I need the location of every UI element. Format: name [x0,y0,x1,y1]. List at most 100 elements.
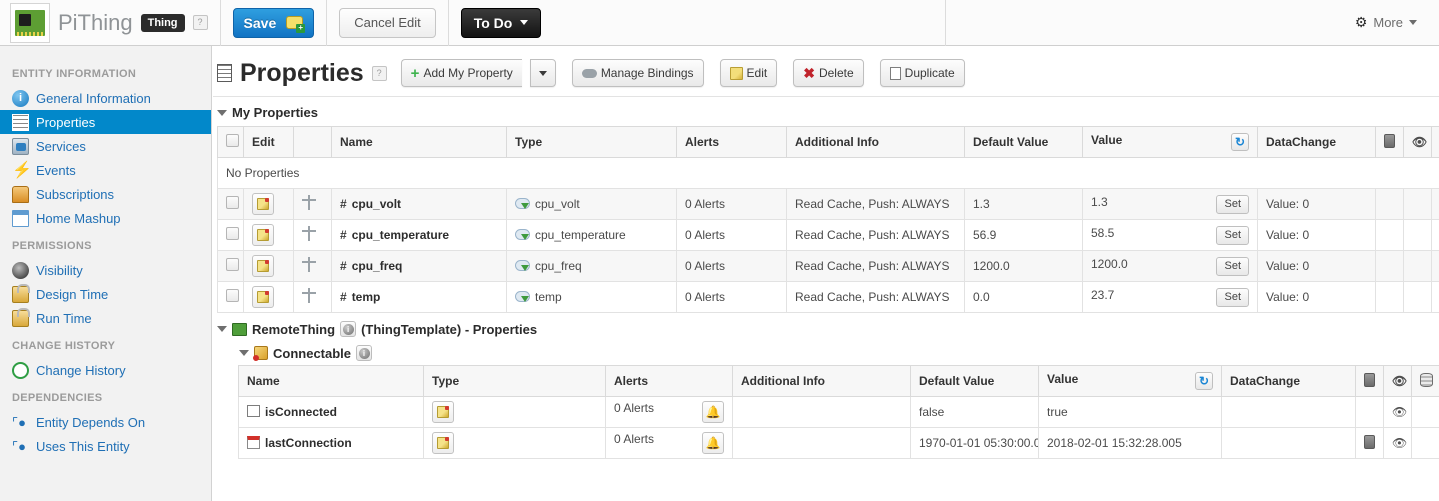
comment-bubble-icon [286,16,306,33]
sidebar-item-label: Design Time [36,286,109,302]
row-select-cell[interactable] [217,188,244,220]
collapse-triangle-icon[interactable] [217,109,227,116]
alert-bell-button[interactable]: 🔔 [702,432,724,454]
binding-icon[interactable] [302,288,316,303]
row-edit-cell[interactable] [243,188,294,220]
row-type-cell: temp [506,281,677,313]
set-value-button[interactable]: Set [1216,225,1249,245]
entity-help-button[interactable]: ? [192,15,208,30]
row-additional-info-cell: Read Cache, Push: ALWAYS [786,219,965,251]
row-type-cell[interactable] [423,427,606,459]
row-binding-cell[interactable] [293,188,332,220]
row-persisted-cell [1375,219,1404,251]
binding-icon[interactable] [302,226,316,241]
connectable-shape-header[interactable]: Connectable i [213,343,1439,365]
save-button[interactable]: Save [232,7,315,38]
select-all-header[interactable] [217,126,244,158]
duplicate-button[interactable]: Duplicate [879,59,965,87]
edit-row-button[interactable] [252,224,274,246]
table-row[interactable]: # cpu_temperature cpu_temperature 0 Alert… [217,219,1439,251]
row-select-cell[interactable] [217,250,244,282]
refresh-icon[interactable]: ↻ [1195,372,1213,390]
row-binding-cell[interactable] [293,250,332,282]
row-select-cell[interactable] [217,281,244,313]
row-logged-cell [1403,219,1432,251]
remote-thing-info-button[interactable]: i [340,321,357,337]
no-properties-label: No Properties [217,157,1439,189]
row-edit-cell[interactable] [243,219,294,251]
alerts-label: 0 Alerts [614,432,655,446]
binding-icon[interactable] [302,195,316,210]
table-row[interactable]: # cpu_freq cpu_freq 0 Alerts Read Cache, … [217,250,1439,282]
sidebar-item-change-history[interactable]: Change History [0,358,211,382]
edit-row-button[interactable] [252,286,274,308]
sidebar-item-events[interactable]: ⚡ Events [0,158,211,182]
row-additional-info-cell: Read Cache, Push: ALWAYS [786,188,965,220]
row-edit-cell[interactable] [243,250,294,282]
property-type: cpu_freq [535,259,582,273]
table-row[interactable]: # temp temp 0 Alerts Read Cache, Push: AL… [217,281,1439,313]
sidebar-item-home-mashup[interactable]: Home Mashup [0,206,211,230]
edit-row-button[interactable] [252,255,274,277]
page-help-button[interactable]: ? [371,65,387,81]
more-menu-button[interactable]: ⚙ More [1337,0,1439,46]
edit-button[interactable]: Edit [719,59,778,87]
select-all-checkbox[interactable] [226,134,239,147]
sidebar-item-visibility[interactable]: Visibility [0,258,211,282]
sidebar-item-design-time[interactable]: Design Time [0,282,211,306]
table-row[interactable]: # cpu_volt cpu_volt 0 Alerts Read Cache, … [217,188,1439,220]
sidebar-item-label: General Information [36,90,151,106]
manage-bindings-button[interactable]: Manage Bindings [571,59,704,87]
row-checkbox[interactable] [226,227,239,240]
binding-icon[interactable] [302,257,316,272]
row-checkbox[interactable] [226,258,239,271]
sidebar-item-services[interactable]: Services [0,134,211,158]
my-properties-section-header[interactable]: My Properties [213,97,1439,126]
row-select-cell[interactable] [217,219,244,251]
row-datastore-cell [1431,250,1439,282]
row-type-cell[interactable] [423,396,606,428]
row-default-value-cell: 1.3 [964,188,1083,220]
server-icon [1364,434,1375,449]
collapse-triangle-icon[interactable] [217,326,227,332]
to-do-button[interactable]: To Do [460,7,542,38]
row-datachange-cell: Value: 0 [1257,281,1376,313]
delete-button[interactable]: ✖ Delete [793,59,864,87]
row-checkbox[interactable] [226,196,239,209]
chevron-down-icon [520,20,529,25]
property-type: cpu_volt [535,197,580,211]
table-row[interactable]: isConnected 0 Alerts 🔔 false true 👁 [238,396,1439,428]
table-row[interactable]: lastConnection 0 Alerts 🔔 1970-01-01 05:3… [238,427,1439,459]
row-default-value-cell: 1200.0 [964,250,1083,282]
set-value-button[interactable]: Set [1216,287,1249,307]
row-name-cell: # cpu_freq [331,250,507,282]
remote-thing-section-header[interactable]: RemoteThing i (ThingTemplate) - Properti… [213,313,1439,343]
row-checkbox[interactable] [226,289,239,302]
top-bar: PiThing Thing ? Save Cancel Edit To Do ⚙… [0,0,1439,46]
add-my-property-button[interactable]: + Add My Property [400,59,522,87]
row-edit-cell[interactable] [243,281,294,313]
sidebar-item-properties[interactable]: Properties [0,110,211,134]
set-value-button[interactable]: Set [1216,194,1249,214]
edit-row-button[interactable] [432,432,454,454]
refresh-icon[interactable]: ↻ [1231,133,1249,151]
set-value-button[interactable]: Set [1216,256,1249,276]
sidebar-item-entity-depends-on[interactable]: ⌜● Entity Depends On [0,410,211,434]
cancel-edit-button[interactable]: Cancel Edit [339,7,436,38]
alert-bell-button[interactable]: 🔔 [702,401,724,423]
sidebar-item-uses-this-entity[interactable]: ⌜● Uses This Entity [0,434,211,458]
sidebar-item-subscriptions[interactable]: Subscriptions [0,182,211,206]
sidebar-item-run-time[interactable]: Run Time [0,306,211,330]
row-additional-info-cell [732,427,911,459]
collapse-triangle-icon[interactable] [239,350,249,356]
edit-row-button[interactable] [432,401,454,423]
row-name-cell: # cpu_volt [331,188,507,220]
eye-warning-icon: 👁 [1412,135,1428,149]
sidebar-item-general-information[interactable]: i General Information [0,86,211,110]
row-binding-cell[interactable] [293,219,332,251]
row-binding-cell[interactable] [293,281,332,313]
property-value: 1200.0 [1091,256,1128,271]
add-my-property-dropdown[interactable] [529,59,556,87]
edit-row-button[interactable] [252,193,274,215]
connectable-info-button[interactable]: i [356,345,373,361]
